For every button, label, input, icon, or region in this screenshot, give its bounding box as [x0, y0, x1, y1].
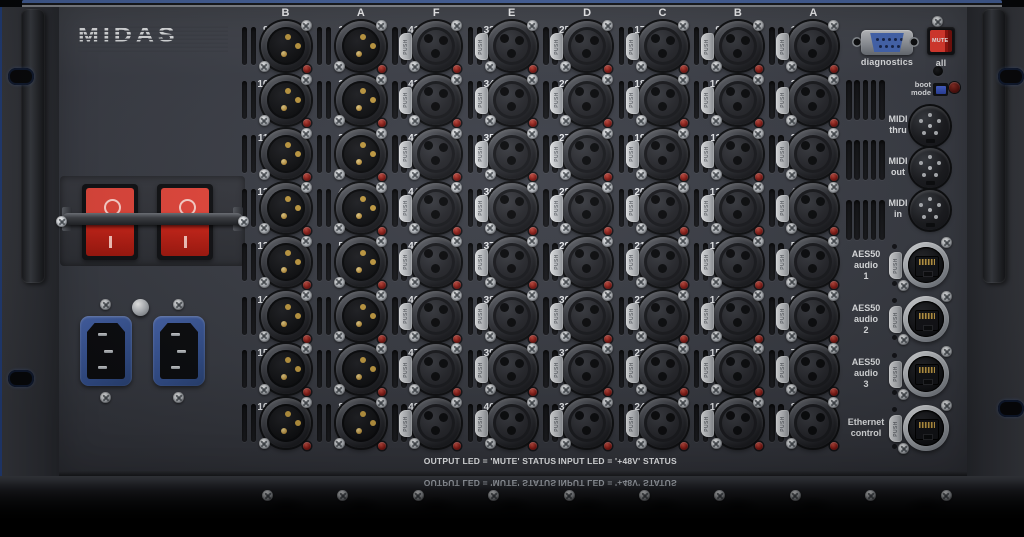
rack-mount-hole — [8, 68, 34, 85]
reflection-screw — [941, 490, 952, 501]
rack-mount-hole — [8, 370, 34, 387]
reflection-extras — [0, 476, 1024, 537]
rack-mount-hole — [998, 68, 1024, 85]
latch-screw-hole — [892, 390, 897, 395]
ethercon-release-latch[interactable]: PUSH — [889, 306, 902, 333]
rack-handle-right — [982, 9, 1006, 283]
latch-screw-hole — [892, 281, 897, 286]
reflection-screw — [262, 490, 273, 501]
latch-screw-hole — [892, 444, 897, 449]
latch-screw-hole — [892, 353, 897, 358]
reflection-screw — [790, 490, 801, 501]
product-photo-background: MIDAS — [0, 0, 1024, 537]
reflection-screw — [413, 490, 424, 501]
panel-screw — [941, 237, 952, 248]
panel-screw — [898, 443, 909, 454]
latch-screw-hole — [892, 407, 897, 412]
panel-screw — [898, 280, 909, 291]
panel-screw — [238, 216, 249, 227]
latch-screw-hole — [892, 244, 897, 249]
push-label: PUSH — [893, 312, 899, 328]
port-aes50-audio-2 — [903, 296, 949, 342]
port-aes50-audio-1 — [903, 242, 949, 288]
rack-mount-hole — [998, 400, 1024, 417]
switch-guard-bar — [62, 213, 243, 225]
panel-screw — [898, 389, 909, 400]
push-label: PUSH — [893, 258, 899, 274]
rack-ear-right — [967, 7, 1024, 476]
panel-screw — [898, 334, 909, 345]
panel-screw — [56, 216, 67, 227]
output-led-note: OUTPUT LED = 'MUTE' STATUS — [420, 456, 560, 466]
reflection-screw — [865, 490, 876, 501]
rj45-socket — [915, 419, 939, 440]
push-label: PUSH — [893, 421, 899, 437]
reflection-screw — [564, 490, 575, 501]
panel-screw — [941, 291, 952, 302]
stagebox-rear-panel: MIDAS — [0, 0, 1024, 476]
rj45-socket — [915, 256, 939, 277]
rj45-socket — [915, 364, 939, 385]
floor-reflection: OUTPUT LED = 'MUTE' STATUS INPUT LED = '… — [0, 476, 1024, 537]
port-aes50-audio-3 — [903, 351, 949, 397]
rack-ear-left — [0, 7, 59, 476]
ethercon-release-latch[interactable]: PUSH — [889, 252, 902, 279]
port-ethernet-control — [903, 405, 949, 451]
rocker-on-symbol — [109, 236, 112, 248]
panel-screw — [941, 400, 952, 411]
rack-handle-left — [21, 9, 45, 283]
input-led-note: INPUT LED = '+48V' STATUS — [550, 456, 685, 466]
rocker-on-symbol — [184, 236, 187, 248]
rj45-socket — [915, 310, 939, 331]
network-section: AES50audio1PUSHAES50audio2PUSHAES50audio… — [0, 0, 1024, 476]
ethercon-release-latch[interactable]: PUSH — [889, 361, 902, 388]
push-label: PUSH — [893, 367, 899, 383]
reflection-screw — [639, 490, 650, 501]
ethercon-release-latch[interactable]: PUSH — [889, 415, 902, 442]
latch-screw-hole — [892, 335, 897, 340]
panel-screw — [941, 346, 952, 357]
